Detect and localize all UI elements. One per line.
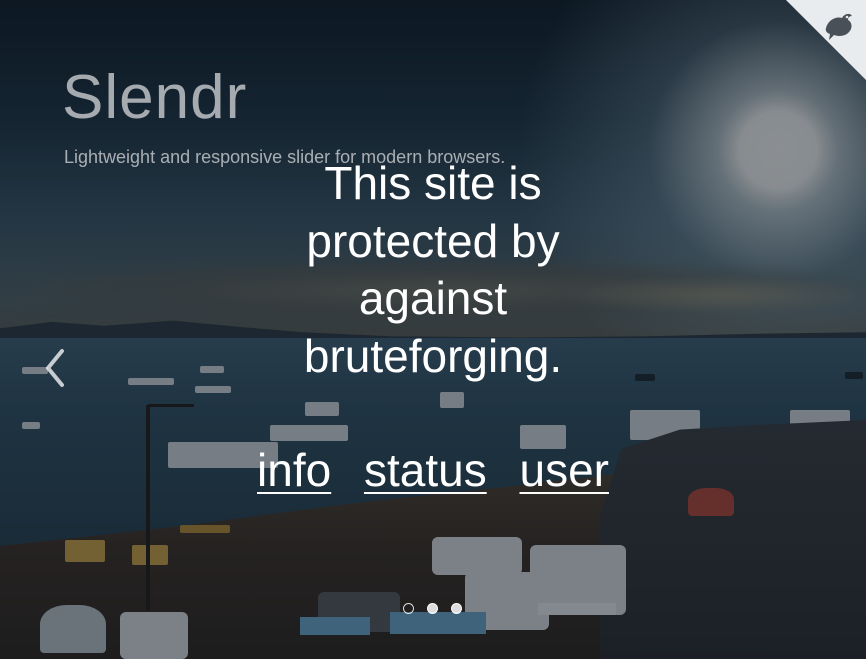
info-link[interactable]: info bbox=[257, 444, 331, 496]
slider-dot[interactable] bbox=[451, 603, 463, 614]
bird-logo-icon[interactable] bbox=[822, 10, 856, 42]
page-title: Slendr bbox=[62, 63, 248, 132]
slider-dot[interactable] bbox=[427, 603, 439, 614]
user-link[interactable]: user bbox=[519, 444, 608, 496]
protection-message: This site is protected by against brutef… bbox=[303, 157, 563, 382]
slider-pagination bbox=[403, 599, 470, 614]
chevron-left-icon[interactable] bbox=[40, 345, 70, 391]
slider-dot[interactable] bbox=[403, 603, 414, 614]
link-bar: info status user bbox=[200, 440, 666, 500]
status-link[interactable]: status bbox=[364, 444, 487, 496]
